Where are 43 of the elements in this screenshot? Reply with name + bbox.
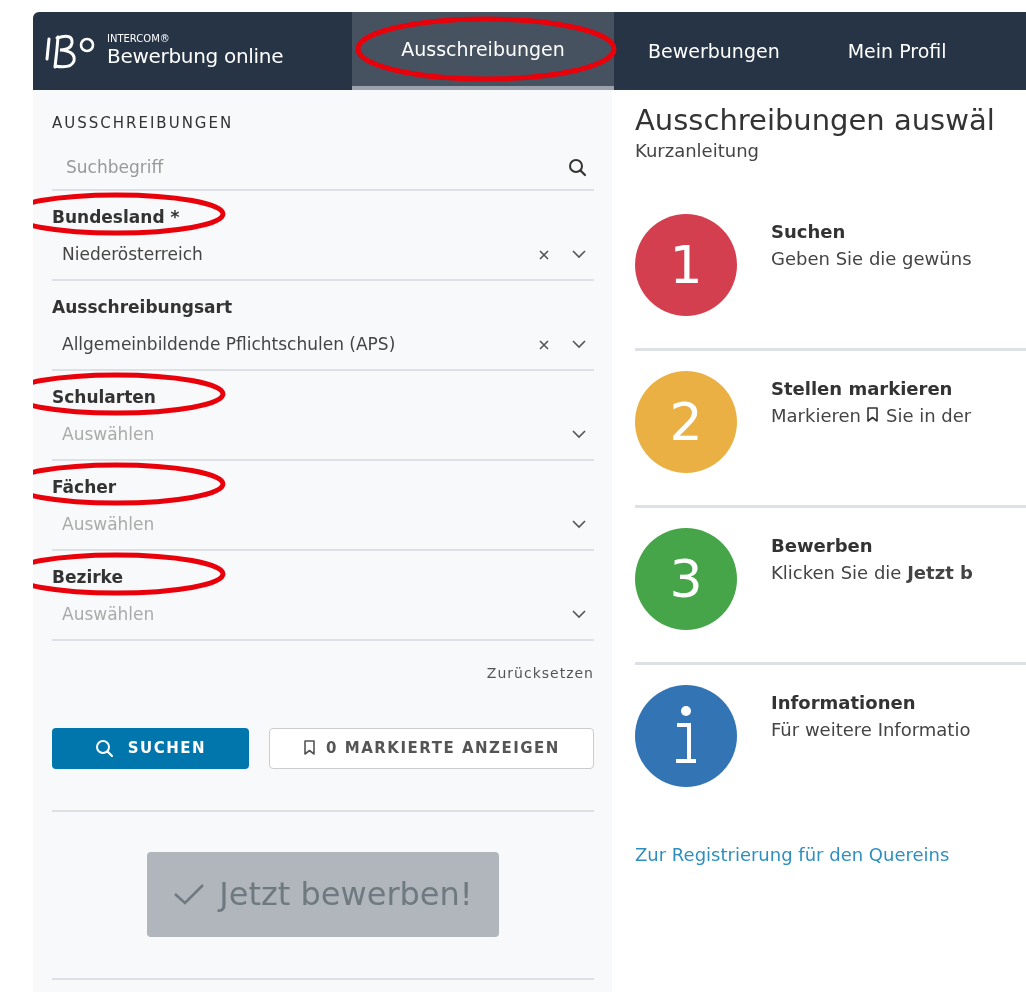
step-title: Suchen bbox=[771, 220, 847, 245]
number-badge: 1 bbox=[635, 214, 737, 317]
filter-label: Ausschreibungsart bbox=[52, 295, 233, 319]
check-icon bbox=[173, 882, 206, 906]
filter-label: Bezirke bbox=[52, 564, 123, 590]
clear-icon bbox=[538, 338, 550, 351]
step-text: Markieren bbox=[771, 404, 861, 429]
chevron-down-icon bbox=[572, 430, 586, 440]
search-icon bbox=[568, 157, 588, 178]
chevron-down-icon bbox=[572, 610, 586, 620]
show-marked-button[interactable]: 0 MARKIERTE ANZEIGEN bbox=[269, 727, 594, 769]
page-subtitle: Kurzanleitung bbox=[635, 139, 760, 164]
number-badge: 3 bbox=[635, 528, 737, 631]
filter-label: Fächer bbox=[52, 474, 117, 500]
chevron-down-icon bbox=[572, 520, 586, 530]
step-text: Geben Sie die gewüns bbox=[771, 247, 972, 272]
search-icon bbox=[94, 738, 114, 758]
step-title: Bewerben bbox=[771, 534, 874, 559]
search-field[interactable]: Suchbegriff bbox=[64, 153, 568, 182]
clear-icon bbox=[538, 248, 550, 261]
registration-link[interactable]: Zur Registrierung für den Quereins bbox=[635, 841, 950, 869]
step-text: Für weitere Informatio bbox=[771, 718, 971, 743]
chevron-down-icon bbox=[572, 250, 586, 260]
step-title: Informationen bbox=[771, 691, 917, 716]
bookmark-icon bbox=[303, 740, 317, 756]
step-text: Klicken Sie die Jetzt b bbox=[771, 561, 973, 586]
step-text: Sie in der bbox=[885, 404, 972, 429]
step-title: Stellen markieren bbox=[771, 377, 954, 402]
select-field[interactable]: Allgemeinbildende Pflichtschulen (APS) bbox=[52, 328, 594, 358]
select-field[interactable]: Niederösterreich bbox=[52, 238, 594, 268]
reset-link[interactable]: Zurücksetzen bbox=[486, 664, 594, 681]
search-button[interactable]: SUCHEN bbox=[52, 727, 249, 769]
bookmark-icon bbox=[865, 406, 881, 425]
nav-tab[interactable]: Mein Profil bbox=[813, 12, 981, 90]
chevron-down-icon bbox=[572, 340, 586, 350]
brand-name: Bewerbung online bbox=[107, 44, 284, 68]
filter-label: Bundesland * bbox=[52, 204, 180, 230]
number-badge: 2 bbox=[635, 371, 737, 474]
section-heading: AUSSCHREIBUNGEN bbox=[52, 113, 235, 134]
brand-tagline: INTERCOM® bbox=[107, 34, 171, 44]
nav-tab[interactable]: Bewerbungen bbox=[614, 12, 814, 90]
filter-label: Schularten bbox=[52, 384, 156, 410]
page-title: Ausschreibungen auswäl bbox=[635, 104, 996, 138]
